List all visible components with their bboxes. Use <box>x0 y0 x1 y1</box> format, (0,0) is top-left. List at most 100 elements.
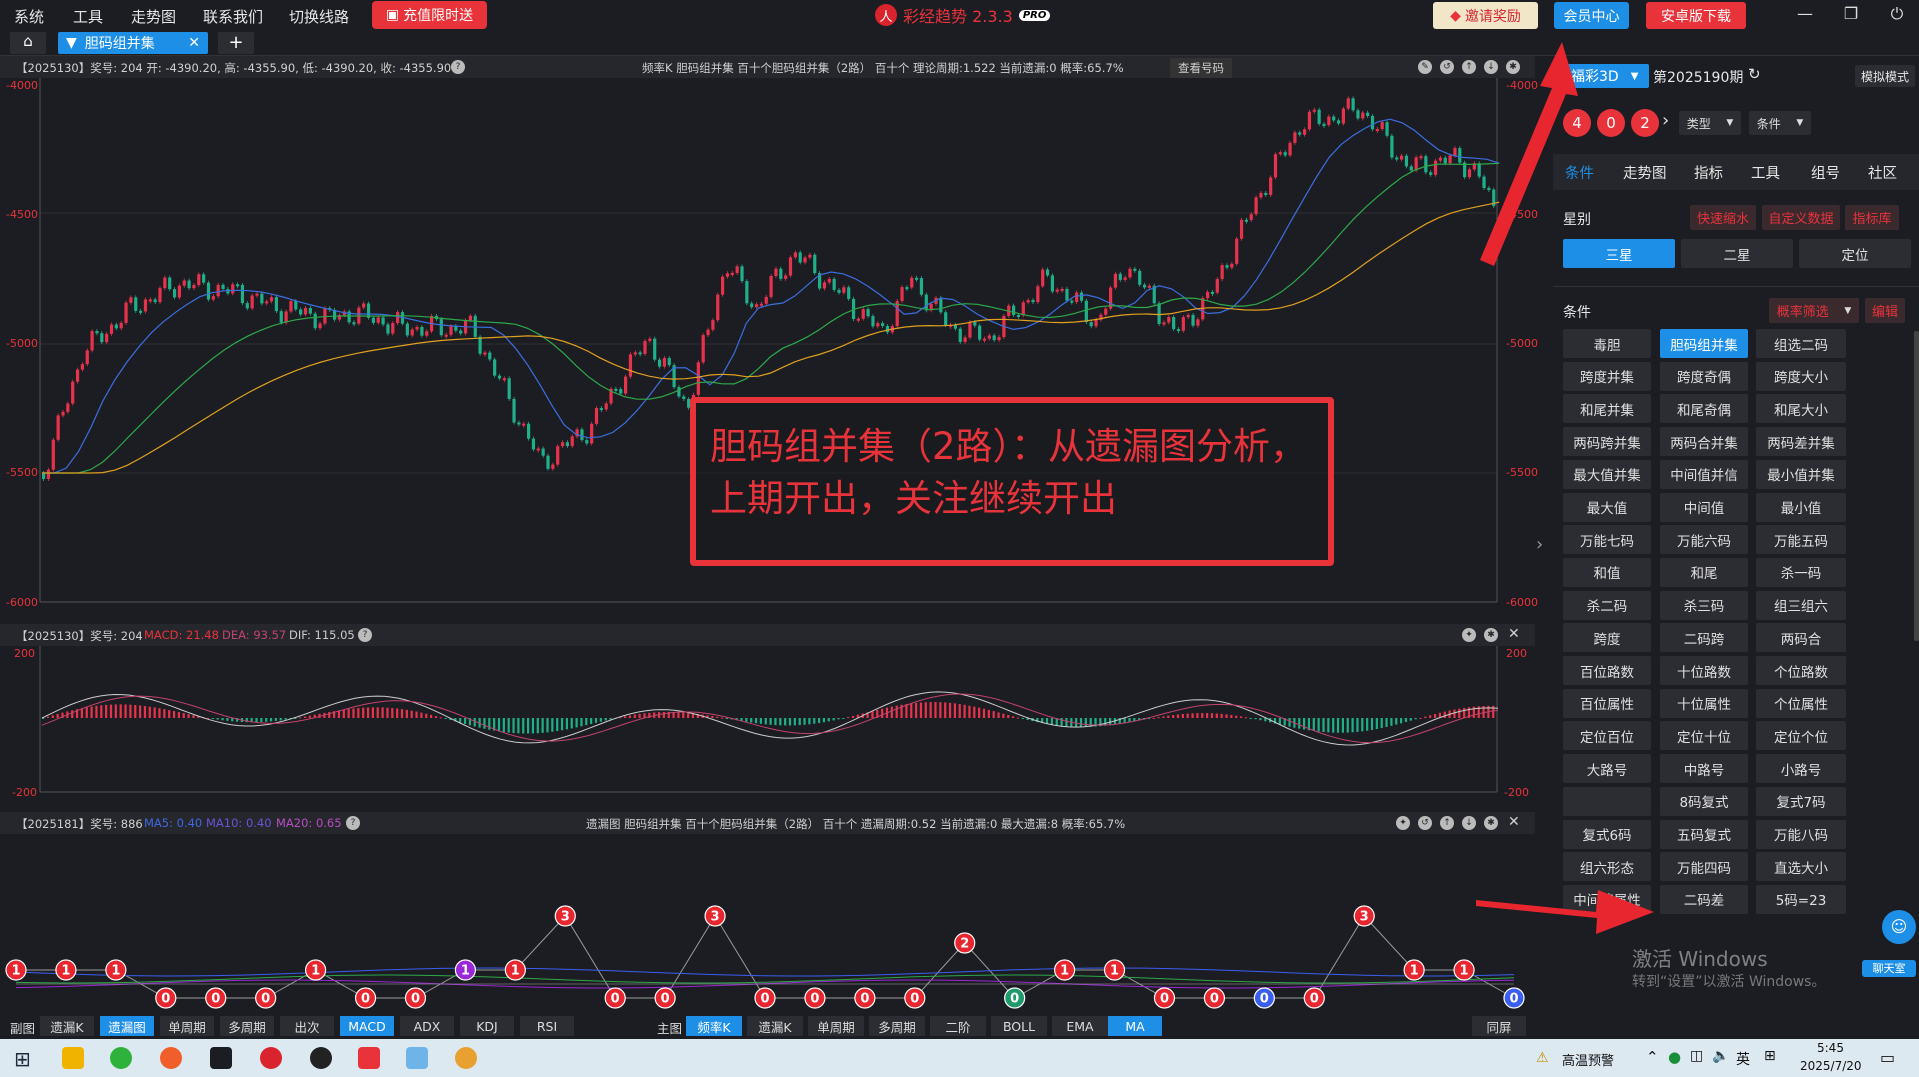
condition-btn[interactable]: 两码差并集 <box>1756 427 1846 457</box>
sim-mode-button[interactable]: 模拟模式 <box>1855 65 1915 87</box>
condition-btn[interactable]: 5码=23 <box>1756 884 1846 914</box>
view-numbers-button[interactable]: 查看号码 <box>1170 58 1232 78</box>
condition-btn[interactable]: 百位路数 <box>1563 656 1651 685</box>
tray-app-icon[interactable]: ● <box>1668 1048 1681 1066</box>
condition-btn[interactable]: 小路号 <box>1756 754 1846 784</box>
notepad-icon[interactable] <box>406 1047 428 1069</box>
condition-btn[interactable]: 8码复式 <box>1660 786 1748 816</box>
chat-icon[interactable]: ☺ <box>1882 910 1916 944</box>
vip-center-button[interactable]: 会员中心 <box>1554 2 1629 29</box>
condition-btn[interactable]: 个位路数 <box>1756 656 1846 685</box>
condition-btn[interactable]: 和尾并集 <box>1563 394 1651 424</box>
tab-trend[interactable]: 走势图 <box>1623 162 1667 183</box>
condition-btn[interactable]: 和尾 <box>1660 557 1748 587</box>
type-select[interactable]: 类型 ▼ <box>1679 111 1741 135</box>
arrow-up-icon[interactable]: ↑ <box>1440 816 1454 830</box>
condition-btn[interactable]: 跨度奇偶 <box>1660 361 1748 391</box>
miss-chart[interactable]: 1 1 1 0 0 0 1 0 0 1 1 3 0 0 3 0 0 0 0 2 0 1 1 0 0 0 0 3 1 1 0 <box>0 834 1535 1015</box>
condition-btn[interactable]: 杀三码 <box>1660 590 1748 620</box>
condition-btn[interactable]: 十位属性 <box>1660 688 1748 718</box>
main-btn-second-order[interactable]: 二阶 <box>930 1016 986 1036</box>
condition-btn[interactable]: 万能六码 <box>1660 525 1748 555</box>
clock-time[interactable]: 5:45 <box>1817 1041 1844 1055</box>
tab-indicators[interactable]: 指标 <box>1694 162 1723 183</box>
sub-btn-rsi[interactable]: RSI <box>520 1016 574 1036</box>
condition-btn[interactable]: 中间值并信 <box>1660 459 1748 489</box>
condition-btn[interactable]: 胆码组并集 <box>1660 329 1748 358</box>
help-icon[interactable]: ? <box>451 60 465 74</box>
condition-btn[interactable]: 直选大小 <box>1756 852 1846 882</box>
settings-icon[interactable]: ✱ <box>1484 628 1498 642</box>
menu-switch-line[interactable]: 切换线路 <box>289 6 349 27</box>
settings-icon[interactable]: ✱ <box>1484 816 1498 830</box>
main-btn-ema[interactable]: EMA <box>1052 1016 1108 1036</box>
condition-btn[interactable]: 大路号 <box>1563 754 1651 784</box>
app-icon[interactable] <box>210 1047 232 1069</box>
condition-btn[interactable]: 万能七码 <box>1563 525 1651 555</box>
condition-btn[interactable]: 杀二码 <box>1563 590 1651 620</box>
ime-indicator[interactable]: 英 <box>1736 1049 1750 1069</box>
tray-chevron-icon[interactable]: ⌃ <box>1646 1048 1659 1066</box>
menu-trend[interactable]: 走势图 <box>131 6 176 27</box>
condition-btn[interactable]: 跨度大小 <box>1756 361 1846 391</box>
condition-btn[interactable]: 二码跨 <box>1660 623 1748 653</box>
close-icon[interactable]: ✕ <box>188 35 200 51</box>
condition-select[interactable]: 条件 ▼ <box>1749 111 1811 135</box>
condition-btn[interactable]: 杀一码 <box>1756 557 1846 587</box>
condition-btn[interactable]: 两码跨并集 <box>1563 427 1651 457</box>
invite-button[interactable]: ◆ 邀请奖励 <box>1433 2 1538 29</box>
condition-btn[interactable]: 最大值 <box>1563 492 1651 522</box>
caijing-app-icon[interactable] <box>260 1047 282 1069</box>
probability-filter[interactable]: 概率筛选 ▼ <box>1769 298 1859 323</box>
collapse-arrow-icon[interactable]: › <box>1536 534 1543 555</box>
home-icon[interactable]: ⌂ <box>10 32 46 54</box>
scrollbar[interactable] <box>1914 331 1919 641</box>
add-tab-button[interactable]: + <box>218 32 254 54</box>
condition-btn[interactable]: 二码差 <box>1660 884 1748 914</box>
quick-shrink-link[interactable]: 快速缩水 <box>1690 205 1756 230</box>
weather-alert[interactable]: 高温预警 <box>1562 1050 1614 1069</box>
pin-icon[interactable]: ✦ <box>1396 816 1410 830</box>
condition-btn[interactable]: 毒胆 <box>1563 329 1651 358</box>
menu-tools[interactable]: 工具 <box>73 6 103 27</box>
indicator-lib-link[interactable]: 指标库 <box>1845 205 1899 230</box>
condition-btn[interactable]: 五码复式 <box>1660 819 1748 849</box>
browser-icon[interactable] <box>160 1047 182 1069</box>
condition-btn[interactable]: 中间值 <box>1660 492 1748 522</box>
refresh-icon[interactable]: ↻ <box>1748 65 1761 83</box>
condition-btn[interactable]: 中路号 <box>1660 754 1748 784</box>
condition-btn[interactable]: 组三组六 <box>1756 590 1846 620</box>
edit-icon[interactable]: ✎ <box>1418 60 1432 74</box>
tab-tools[interactable]: 工具 <box>1751 162 1780 183</box>
undo-icon[interactable]: ↺ <box>1440 60 1454 74</box>
condition-btn[interactable]: 万能五码 <box>1756 525 1846 555</box>
condition-btn[interactable]: 万能八码 <box>1756 819 1846 849</box>
arrow-up-icon[interactable]: ↑ <box>1462 60 1476 74</box>
main-btn-boll[interactable]: BOLL <box>991 1016 1047 1036</box>
power-icon[interactable]: ⏻ <box>1882 4 1912 26</box>
sub-btn-macd[interactable]: MACD <box>340 1016 394 1036</box>
tab-groups[interactable]: 组号 <box>1811 162 1840 183</box>
same-screen-button[interactable]: 同屏 <box>1472 1016 1526 1036</box>
condition-btn[interactable]: 组选二码 <box>1756 329 1846 358</box>
restore-icon[interactable]: ❐ <box>1836 4 1866 26</box>
sub-btn-miss-k[interactable]: 遗漏K <box>40 1016 94 1036</box>
recharge-button[interactable]: ▣ 充值限时送 <box>372 1 487 29</box>
condition-btn[interactable] <box>1563 786 1651 816</box>
network-icon[interactable]: ◫ <box>1690 1048 1703 1064</box>
condition-btn[interactable]: 和值 <box>1563 557 1651 587</box>
main-btn-multi-period[interactable]: 多周期 <box>869 1016 925 1036</box>
undo-icon[interactable]: ↺ <box>1418 816 1432 830</box>
condition-btn[interactable]: 个位属性 <box>1756 688 1846 718</box>
condition-btn[interactable]: 两码合 <box>1756 623 1846 653</box>
windows-start-icon[interactable]: ⊞ <box>14 1047 31 1071</box>
clock-date[interactable]: 2025/7/20 <box>1800 1059 1862 1073</box>
arrow-down-icon[interactable]: ↓ <box>1462 816 1476 830</box>
star-two[interactable]: 二星 <box>1681 239 1793 268</box>
condition-btn[interactable]: 十位路数 <box>1660 656 1748 685</box>
edit-button[interactable]: 编辑 <box>1865 298 1905 323</box>
condition-btn[interactable]: 和尾大小 <box>1756 394 1846 424</box>
menu-system[interactable]: 系统 <box>14 6 44 27</box>
notification-icon[interactable]: ▭ <box>1880 1048 1895 1067</box>
custom-data-link[interactable]: 自定义数据 <box>1762 205 1840 230</box>
